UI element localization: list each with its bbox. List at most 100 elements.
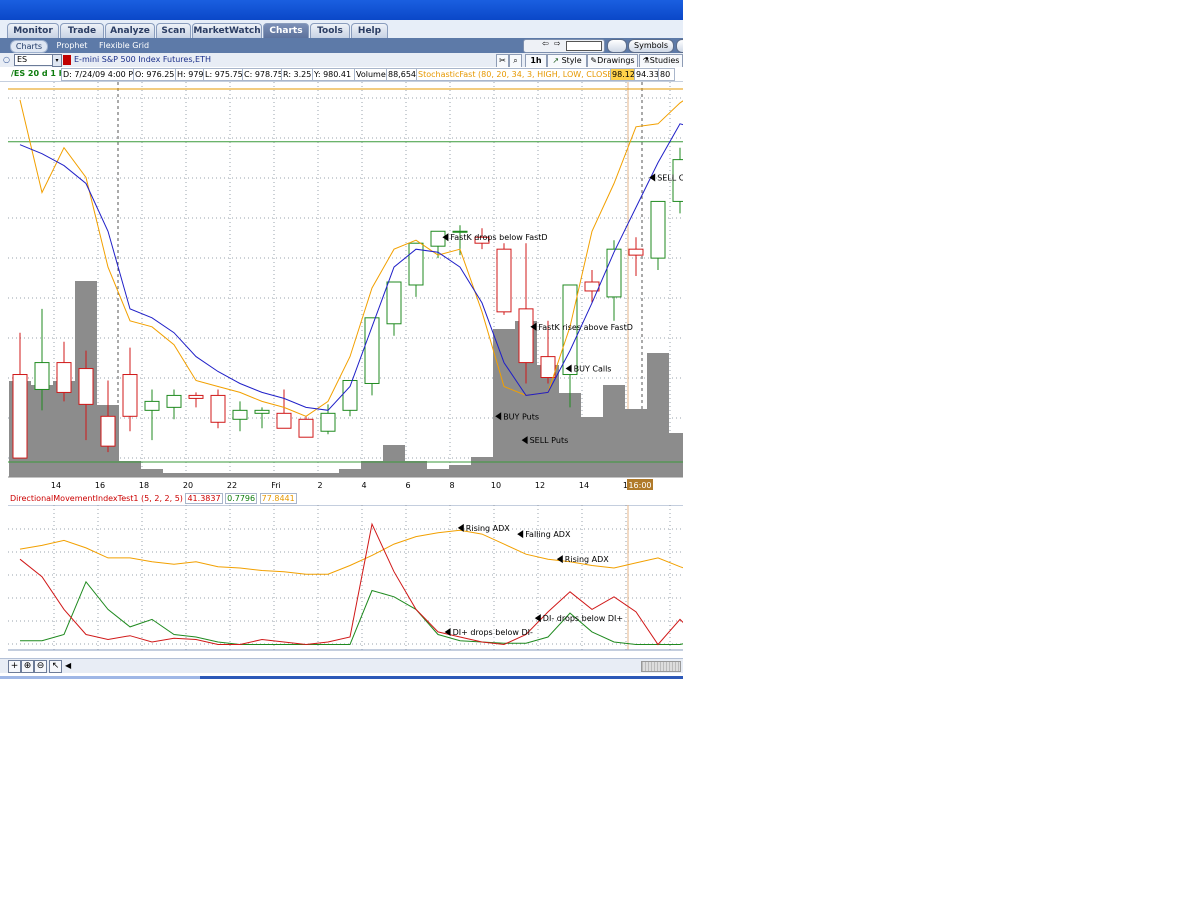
window-title-bar — [0, 0, 683, 20]
quote-close: C: 978.75 — [242, 68, 283, 81]
annotation-label: BUY Puts — [503, 412, 539, 421]
x-tick-label: 14 — [579, 481, 589, 490]
main-tab-bar: Monitor Trade Analyze Scan MarketWatch C… — [0, 20, 683, 39]
tab-monitor[interactable]: Monitor — [7, 23, 59, 38]
aggregation-button[interactable]: 1h — [525, 54, 547, 68]
volume-bar — [163, 473, 185, 477]
toggle-icon[interactable] — [607, 39, 627, 53]
quote-high: H: 979 — [175, 68, 205, 81]
dmi-annotation-label: Rising ADX — [565, 555, 609, 564]
symbol-dropdown-icon[interactable]: ▾ — [52, 54, 62, 67]
volume-label: Volume — [354, 68, 388, 81]
volume-bar — [603, 385, 625, 477]
candle-body — [254, 409, 270, 414]
candle-body — [518, 308, 534, 364]
dmi-value-adx: 41.3837 — [185, 493, 223, 504]
candle-body — [144, 400, 160, 411]
volume-bar — [405, 461, 427, 477]
quote-y: Y: 980.41 — [312, 68, 356, 81]
tab-tools[interactable]: Tools — [310, 23, 350, 38]
link-controls[interactable]: ⇦ ⇨ — [523, 39, 605, 53]
study-value-3: 80 — [658, 68, 675, 81]
candle-body — [12, 374, 28, 459]
tab-trade[interactable]: Trade — [60, 23, 104, 38]
annotation-label: FastK rises above FastD — [538, 323, 632, 332]
x-tick-label: 10 — [491, 481, 501, 490]
candle-body — [540, 356, 556, 379]
volume-bar — [229, 473, 251, 477]
candle-body — [496, 248, 512, 313]
candle-body — [56, 362, 72, 393]
subnav-prophet[interactable]: Prophet — [52, 40, 92, 51]
x-tick-label: 12 — [535, 481, 545, 490]
symbol-description: E-mini S&P 500 Index Futures,ETH — [74, 55, 211, 64]
tab-charts[interactable]: Charts — [263, 23, 309, 38]
candle-body — [210, 394, 226, 423]
tab-analyze[interactable]: Analyze — [105, 23, 155, 38]
tab-marketwatch[interactable]: MarketWatch — [192, 23, 262, 38]
candle-body — [188, 394, 204, 399]
volume-bar — [625, 409, 647, 477]
pointer-icon[interactable]: ↖ — [49, 660, 62, 673]
forward-arrow-icon[interactable]: ⇨ — [554, 39, 561, 48]
symbol-period: /ES 20 d 1 h — [10, 68, 61, 79]
dmi-chart[interactable]: Rising ADX Falling ADX Rising ADX DI+ drops… — [0, 505, 683, 655]
flag-icon — [63, 55, 71, 65]
candle-body — [430, 230, 446, 247]
volume-bar — [119, 461, 141, 477]
quote-open: O: 976.25 — [133, 68, 177, 81]
options-icon[interactable] — [676, 39, 683, 53]
x-tick-label: 2 — [317, 481, 322, 490]
dmi-annotation-label: DI+ drops below DI- — [453, 628, 533, 637]
back-arrow-icon[interactable]: ⇦ — [542, 39, 549, 48]
volume-bar — [339, 469, 361, 477]
study-label: StochasticFast (80, 20, 34, 3, HIGH, LOW… — [416, 68, 612, 81]
volume-bar — [647, 353, 669, 477]
annotation-label: FastK drops below FastD — [450, 233, 547, 242]
tab-help[interactable]: Help — [351, 23, 388, 38]
volume-bar — [273, 473, 295, 477]
candle-body — [650, 200, 666, 259]
x-tick-label: Fri — [271, 481, 281, 490]
horizontal-scrollbar[interactable] — [641, 661, 681, 672]
zoom-icon[interactable]: ⌕ — [509, 54, 522, 68]
volume-value: 88,654 — [386, 68, 418, 81]
dmi-annotation-label: DI- drops below DI+ — [543, 614, 623, 623]
studies-button[interactable]: ⚗Studies — [639, 54, 683, 68]
candle-body — [606, 248, 622, 298]
candle-body — [232, 409, 248, 420]
link-dot-icon[interactable]: ○ — [3, 55, 10, 64]
study-value-2: 94.33 — [634, 68, 660, 81]
tab-scan[interactable]: Scan — [156, 23, 191, 38]
dmi-annotation-label: Rising ADX — [466, 524, 510, 533]
window-bottom-highlight — [0, 676, 200, 679]
drawings-button[interactable]: ✎Drawings — [587, 54, 638, 68]
add-panel-icon[interactable]: + — [8, 660, 21, 673]
x-tick-label: 22 — [227, 481, 237, 490]
layout-field[interactable] — [566, 41, 602, 51]
study-value-1: 98.12 — [610, 68, 636, 81]
style-button[interactable]: ↗ Style — [547, 54, 587, 68]
crosshair-icon[interactable]: ✂ — [496, 54, 509, 68]
studies-icon: ⚗ — [642, 56, 650, 65]
volume-bar — [449, 465, 471, 477]
candle-body — [298, 418, 314, 438]
charts-window: Monitor Trade Analyze Scan MarketWatch C… — [0, 0, 683, 680]
symbol-input[interactable] — [14, 54, 54, 66]
dmi-header: DirectionalMovementIndexTest1 (5, 2, 2, … — [10, 493, 297, 504]
price-chart[interactable]: FastK drops below FastD FastK rises above… — [0, 82, 683, 492]
annotation-label: BUY Calls — [574, 365, 612, 374]
zoom-in-icon[interactable]: ⊕ — [21, 660, 34, 673]
volume-bar — [185, 473, 207, 477]
dmi-value-diminus: 77.8441 — [259, 493, 297, 504]
volume-bar — [317, 473, 339, 477]
subnav-charts[interactable]: Charts — [10, 40, 48, 53]
zoom-out-icon[interactable]: ⊖ — [34, 660, 47, 673]
x-tick-label: 4 — [361, 481, 366, 490]
scroll-left-icon[interactable]: ◀ — [65, 661, 71, 670]
subnav-flexible-grid[interactable]: Flexible Grid — [97, 40, 151, 51]
x-tick-label: 20 — [183, 481, 193, 490]
symbols-button[interactable]: Symbols — [628, 39, 674, 53]
x-tick-label: 6 — [405, 481, 410, 490]
volume-bar — [427, 469, 449, 477]
